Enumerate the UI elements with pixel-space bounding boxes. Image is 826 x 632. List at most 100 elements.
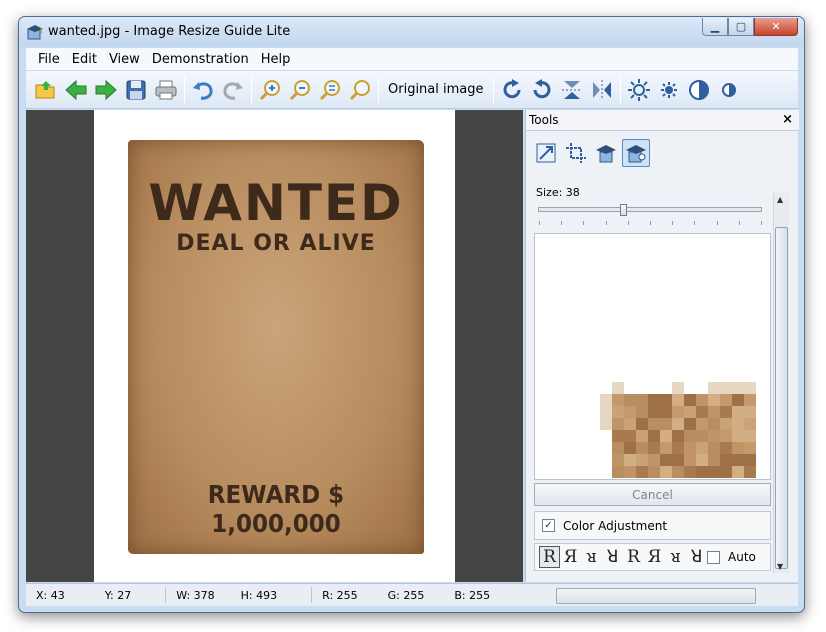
scroll-down-icon[interactable]: ▼ (777, 562, 783, 571)
scroll-up-icon[interactable]: ▲ (777, 195, 783, 204)
tools-panel-close-button[interactable]: × (782, 112, 793, 127)
preview-pixel (624, 418, 636, 430)
size-slider-track[interactable] (538, 207, 762, 212)
orientation-option[interactable]: Я (644, 546, 665, 568)
status-height: H: 493 (240, 588, 278, 602)
orientation-option[interactable]: ᴚ (665, 546, 686, 568)
preview-pixel (696, 406, 708, 418)
preview-pixel (612, 418, 624, 430)
zoom-fit-button[interactable] (315, 75, 345, 105)
tool-crop[interactable] (562, 139, 590, 167)
menu-view[interactable]: View (103, 52, 146, 67)
rotate-counterclockwise-icon (533, 78, 550, 98)
preview-pixel (624, 454, 636, 466)
preview-pixel (696, 418, 708, 430)
preview-pixel (636, 430, 648, 442)
size-slider-thumb[interactable] (620, 204, 628, 216)
menu-demonstration[interactable]: Demonstration (146, 52, 255, 67)
arrow-right-icon (95, 79, 117, 100)
orientation-option[interactable]: Я (560, 546, 581, 568)
tool-resize[interactable] (532, 139, 560, 167)
preview-pixel (660, 430, 672, 442)
preview-pixel (708, 454, 720, 466)
preview-pixel (744, 430, 756, 442)
color-adjustment-option[interactable]: ✓ Color Adjustment (534, 511, 771, 540)
flip-horizontal-button[interactable] (587, 75, 617, 105)
menu-file[interactable]: File (32, 52, 66, 67)
preview-pixel (660, 406, 672, 418)
preview-pixel (696, 454, 708, 466)
preview-pixel (732, 406, 744, 418)
scrollbar-thumb[interactable] (775, 227, 788, 569)
preview-pixel (636, 418, 648, 430)
preview-pixel (600, 406, 612, 418)
preview-pixel (660, 418, 672, 430)
title-bar[interactable]: wanted.jpg - Image Resize Guide Lite ▁ ▢… (19, 17, 804, 47)
menu-bar: File Edit View Demonstration Help (26, 48, 798, 70)
preview-pixel (732, 442, 744, 454)
tool-guide[interactable] (592, 139, 620, 167)
brightness-up-button[interactable] (624, 75, 654, 105)
wanted-poster-image: WANTED DEAL OR ALIVE REWARD $ 1,000,000 (128, 140, 424, 554)
contrast-up-button[interactable] (684, 75, 714, 105)
restore-button[interactable]: ▢ (728, 18, 754, 36)
orientation-option[interactable]: ꓤ (602, 546, 623, 568)
preview-pixel (684, 442, 696, 454)
forward-button[interactable] (91, 75, 121, 105)
preview-pixel (744, 418, 756, 430)
zoom-in-button[interactable] (255, 75, 285, 105)
rotate-ccw-button[interactable] (527, 75, 557, 105)
preview-pixel (708, 394, 720, 406)
auto-checkbox[interactable] (707, 550, 720, 564)
preview-pixel (672, 466, 684, 478)
poster-subtitle: DEAL OR ALIVE (176, 231, 376, 256)
preview-pixel (720, 406, 732, 418)
print-button[interactable] (151, 75, 181, 105)
preview-pixel (732, 466, 744, 478)
rotate-cw-button[interactable] (497, 75, 527, 105)
preview-pixel (612, 406, 624, 418)
redo-button[interactable] (218, 75, 248, 105)
menu-help[interactable]: Help (255, 52, 297, 67)
preview-pixel (612, 442, 624, 454)
preview-pixel (672, 442, 684, 454)
flip-vertical-button[interactable] (557, 75, 587, 105)
brightness-down-button[interactable] (654, 75, 684, 105)
original-image-button[interactable]: Original image (382, 82, 490, 97)
preview-pixel (660, 442, 672, 454)
undo-button[interactable] (188, 75, 218, 105)
status-red: R: 255 (322, 588, 358, 602)
preview-pixel (648, 394, 660, 406)
preview-pixel (612, 466, 624, 478)
tools-panel-scrollbar[interactable]: ▲ ▼ (773, 193, 789, 573)
minimize-button[interactable]: ▁ (702, 18, 728, 36)
zoom-preview (534, 233, 771, 480)
orientation-option[interactable]: R (539, 546, 560, 568)
back-button[interactable] (61, 75, 91, 105)
preview-pixel (744, 382, 756, 394)
image-viewer[interactable]: WANTED DEAL OR ALIVE REWARD $ 1,000,000 (26, 110, 523, 582)
preview-pixel (720, 418, 732, 430)
tool-demonstration[interactable] (622, 139, 650, 167)
contrast-low-icon (721, 82, 736, 97)
undo-icon (193, 81, 213, 100)
graduation-cap-sparkle-icon (626, 145, 646, 163)
orientation-option[interactable]: ꓤ (686, 546, 707, 568)
contrast-down-button[interactable] (714, 75, 744, 105)
zoom-out-button[interactable] (285, 75, 315, 105)
zoom-actual-button[interactable] (345, 75, 375, 105)
cancel-button[interactable]: Cancel (534, 483, 771, 506)
image-canvas[interactable]: WANTED DEAL OR ALIVE REWARD $ 1,000,000 (94, 110, 455, 582)
orientation-option[interactable]: ᴚ (581, 546, 602, 568)
resize-icon (536, 143, 556, 163)
arrow-left-icon (65, 79, 87, 100)
menu-edit[interactable]: Edit (66, 52, 103, 67)
open-button[interactable] (31, 75, 61, 105)
save-button[interactable] (121, 75, 151, 105)
status-blue: B: 255 (454, 588, 491, 602)
tools-panel-header: Tools × (526, 110, 799, 131)
color-adjustment-checkbox[interactable]: ✓ (542, 519, 555, 532)
orientation-option[interactable]: R (623, 546, 644, 568)
close-button[interactable]: ✕ (754, 18, 798, 36)
preview-pixel (696, 466, 708, 478)
